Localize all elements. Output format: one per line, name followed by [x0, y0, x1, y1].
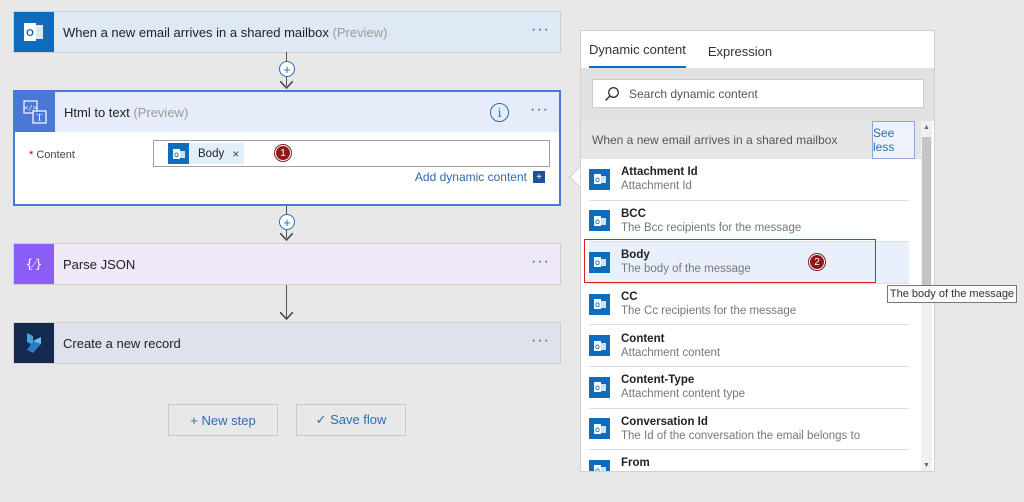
required-mark: *: [29, 149, 34, 161]
item-name: From: [621, 457, 650, 470]
arrow-down-icon: [280, 233, 293, 241]
insert-step-icon[interactable]: +: [279, 61, 295, 77]
step-badge-1: 1: [275, 145, 291, 161]
item-name: Attachment Id: [621, 166, 698, 179]
svg-text:O: O: [595, 469, 600, 472]
preview-tag: (Preview): [133, 104, 189, 120]
item-description: The Cc recipients for the message: [621, 305, 797, 318]
dynamic-content-item[interactable]: O Conversation Id The Id of the conversati…: [589, 409, 909, 451]
content-field-label: * Content: [29, 149, 75, 161]
more-options-icon[interactable]: ···: [531, 333, 550, 349]
preview-tag: (Preview): [332, 24, 388, 40]
add-icon: +: [533, 171, 545, 183]
outlook-icon: O: [589, 335, 610, 357]
item-description: Attachment Id: [621, 180, 692, 193]
item-description: The Id of the conversation the email bel…: [621, 429, 861, 442]
outlook-icon: O: [589, 210, 610, 232]
tab-expression[interactable]: Expression: [708, 44, 772, 68]
outlook-icon: O: [589, 376, 610, 398]
add-dynamic-content-link[interactable]: Add dynamic content +: [415, 170, 545, 184]
panel-tabs: Dynamic content Expression: [581, 31, 934, 69]
item-description: The Bcc recipients for the message: [621, 221, 802, 234]
outlook-icon: O: [589, 459, 610, 472]
section-header: When a new email arrives in a shared mai…: [581, 121, 921, 159]
dynamic-content-item[interactable]: O Content Attachment content: [589, 325, 909, 367]
dynamic-content-item[interactable]: O BCC The Bcc recipients for the message: [589, 201, 909, 243]
dynamic-content-item[interactable]: O FromThe mailbox owner and sender of the…: [589, 450, 909, 472]
outlook-icon: O: [168, 143, 189, 164]
item-name: CC: [621, 291, 638, 304]
item-name: BCC: [621, 207, 646, 220]
item-description: Attachment content type: [621, 388, 746, 401]
card-title: Parse JSON: [63, 256, 136, 272]
more-options-icon[interactable]: ···: [531, 254, 550, 270]
card-title: When a new email arrives in a shared mai…: [63, 24, 388, 40]
tab-dynamic-content[interactable]: Dynamic content: [589, 42, 686, 68]
card-title: Html to text (Preview): [64, 104, 189, 120]
svg-text:O: O: [595, 220, 600, 226]
svg-text:O: O: [595, 178, 600, 184]
svg-text:O: O: [26, 28, 34, 39]
item-name: Conversation Id: [621, 415, 708, 428]
action-card-parse-json[interactable]: {⁄} Parse JSON ···: [13, 243, 561, 285]
highlight-box: [584, 239, 876, 283]
svg-text:T: T: [37, 113, 43, 123]
card-title: Create a new record: [63, 335, 181, 351]
info-icon[interactable]: i: [490, 103, 509, 122]
search-input[interactable]: [629, 86, 899, 101]
scroll-up-icon[interactable]: ▲: [921, 121, 932, 133]
body-token[interactable]: O Body ×: [168, 143, 244, 164]
see-less-button[interactable]: See less: [872, 121, 915, 159]
outlook-icon: O: [589, 418, 610, 440]
outlook-icon: O: [14, 12, 54, 52]
svg-text:{⁄}: {⁄}: [26, 257, 42, 271]
remove-token-icon[interactable]: ×: [232, 147, 239, 161]
dynamics-icon: [14, 323, 54, 363]
dynamic-content-item[interactable]: O CC The Cc recipients for the message: [589, 284, 909, 326]
item-description: Attachment content: [621, 346, 721, 359]
search-area: [581, 69, 934, 121]
step-badge-2: 2: [809, 254, 825, 270]
arrow-down-icon: [280, 312, 293, 320]
content-input[interactable]: O Body ×: [153, 140, 550, 167]
parse-json-icon: {⁄}: [14, 244, 54, 284]
svg-text:O: O: [595, 428, 600, 434]
outlook-icon: O: [589, 168, 610, 190]
item-name: Content: [621, 332, 665, 345]
outlook-icon: O: [589, 293, 610, 315]
scroll-thumb[interactable]: [922, 137, 931, 287]
tooltip: The body of the message: [887, 285, 1017, 303]
svg-text:O: O: [595, 345, 600, 351]
dynamic-content-item[interactable]: O Content-Type Attachment content type: [589, 367, 909, 409]
new-step-button[interactable]: + New step: [168, 404, 278, 436]
insert-step-icon[interactable]: +: [279, 214, 295, 230]
arrow-down-icon: [280, 81, 293, 89]
token-label: Body: [198, 147, 225, 160]
svg-text:O: O: [595, 303, 600, 309]
action-card-create-record[interactable]: Create a new record ···: [13, 322, 561, 364]
more-options-icon[interactable]: ···: [531, 22, 550, 38]
more-options-icon[interactable]: ···: [530, 102, 549, 118]
item-description: The mailbox owner and sender of the...: [621, 471, 820, 472]
save-flow-button[interactable]: ✓ Save flow: [296, 404, 406, 436]
svg-text:O: O: [174, 153, 179, 159]
html-to-text-icon: </> T: [15, 92, 55, 132]
svg-text:O: O: [595, 386, 600, 392]
item-name: Content-Type: [621, 374, 695, 387]
search-icon: [604, 86, 619, 101]
dynamic-content-list: O Attachment Id Attachment Id O BCC The Bcc r…: [581, 159, 921, 472]
scroll-down-icon[interactable]: ▼: [921, 459, 932, 471]
trigger-card-new-email[interactable]: O When a new email arrives in a shared m…: [13, 11, 561, 53]
dynamic-content-item[interactable]: O Attachment Id Attachment Id: [589, 159, 909, 201]
search-box[interactable]: [592, 79, 924, 108]
